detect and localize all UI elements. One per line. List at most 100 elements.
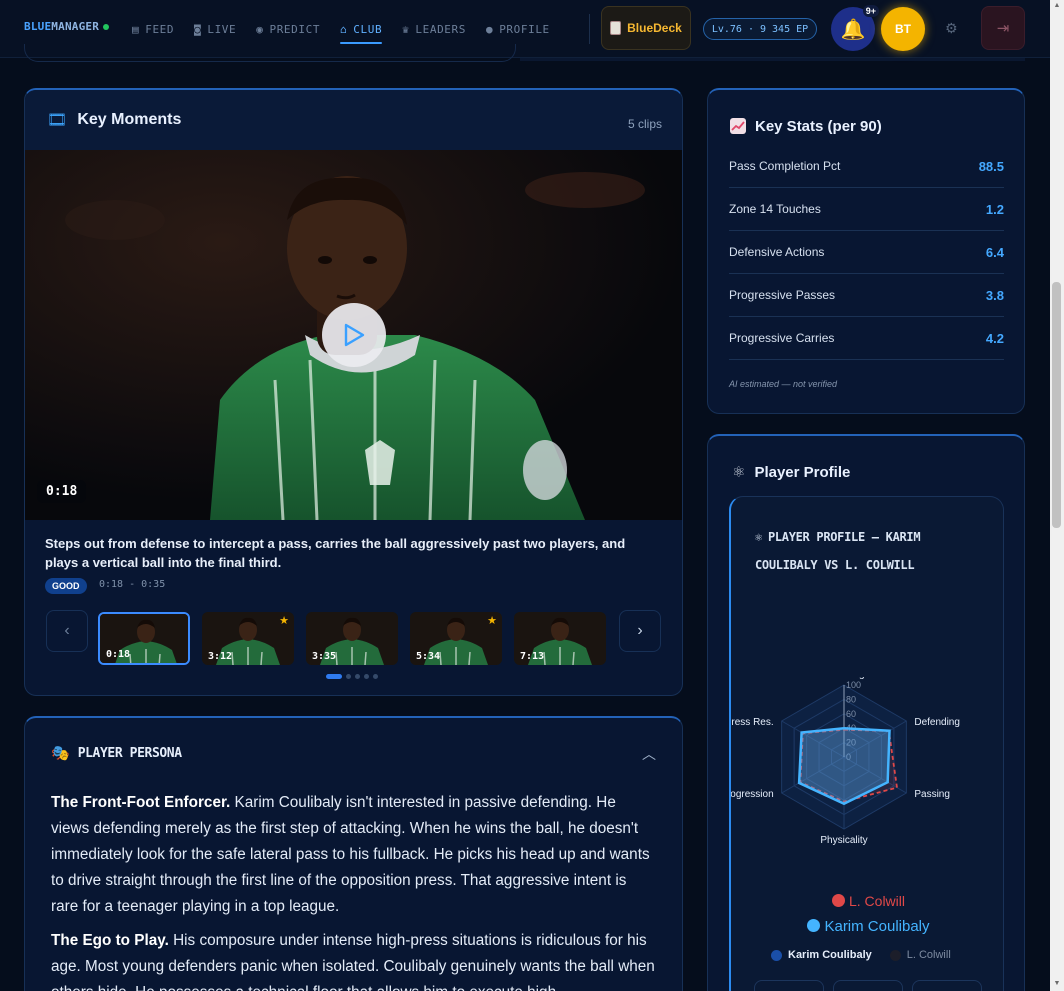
scroll-down-arrow[interactable]: ▼ xyxy=(1052,980,1062,987)
radar-axis-label: Attacking xyxy=(823,677,864,680)
comparison-card: ⚛ PLAYER PROFILE — KARIM COULIBALY VS L. … xyxy=(729,496,1004,991)
notifications-button[interactable]: 🔔 9+ xyxy=(831,5,879,51)
bluedeck-label: BlueDeck xyxy=(627,21,682,35)
persona-text: The Front-Foot Enforcer. Karim Coulibaly… xyxy=(51,790,657,991)
play-icon xyxy=(344,323,365,347)
pagination-dot[interactable] xyxy=(326,674,342,679)
pagination-dot[interactable] xyxy=(364,674,369,679)
stat-label: Progressive Passes xyxy=(729,288,836,302)
toggle-colwill[interactable]: L. Colwill xyxy=(889,949,951,961)
profile-option-button[interactable] xyxy=(912,980,982,991)
legend-coulibaly: Karim Coulibaly xyxy=(731,918,1006,935)
stat-value: 88.5 xyxy=(978,158,1004,174)
nav-label: LEADERS xyxy=(415,22,466,36)
radar-axis-label: Progression xyxy=(731,789,774,800)
atom-icon: ⚛ xyxy=(732,464,746,481)
persona-heading: The Ego to Play. xyxy=(51,932,169,949)
clip-time: 3:12 xyxy=(208,651,233,662)
radar-axis-label: Defending xyxy=(914,717,960,728)
app-logo[interactable]: BLUEMANAGER xyxy=(24,20,110,33)
stat-label: Zone 14 Touches xyxy=(729,202,821,216)
persona-header[interactable]: 🎭 PLAYER PERSONA ︿ xyxy=(25,718,682,788)
radar-axis-label: Passing xyxy=(914,789,950,800)
toggle-coulibaly[interactable]: Karim Coulibaly xyxy=(771,949,872,961)
scrollbar-thumb[interactable] xyxy=(1052,282,1061,528)
chevron-up-icon[interactable]: ︿ xyxy=(642,744,656,764)
notification-count-badge: 9+ xyxy=(862,5,879,17)
rating-tag: GOOD xyxy=(45,578,87,594)
moment-time-range: 0:18 - 0:35 xyxy=(99,579,166,590)
clip-thumbnail[interactable]: ★ 3:12 xyxy=(202,612,294,665)
series-toggle-legend: Karim Coulibaly L. Colwill xyxy=(771,949,951,961)
previous-panel-edge xyxy=(24,44,516,62)
video-player[interactable]: 0:18 xyxy=(25,150,682,520)
logout-button[interactable]: ⇥ xyxy=(981,6,1025,50)
radar-axis-label: Press Res. xyxy=(731,717,774,728)
bluedeck-button[interactable]: BlueDeck xyxy=(601,6,691,50)
pagination-dot[interactable] xyxy=(373,674,378,679)
bell-icon: 🔔 xyxy=(840,18,866,41)
gear-icon[interactable]: ⚙ xyxy=(945,20,958,37)
profile-option-button[interactable] xyxy=(754,980,824,991)
persona-body: Karim Coulibaly isn't interested in pass… xyxy=(51,794,650,915)
scroll-up-arrow[interactable]: ▲ xyxy=(1052,2,1062,9)
stat-label: Pass Completion Pct xyxy=(729,159,841,173)
key-moments-header: 🎞 Key Moments 5 clips xyxy=(25,90,682,150)
clip-count: 5 clips xyxy=(627,117,662,131)
stat-value: 3.8 xyxy=(985,287,1004,303)
clip-thumbnail[interactable]: 0:18 xyxy=(98,612,190,665)
nav-label: PROFILE xyxy=(499,22,550,36)
online-status-dot xyxy=(103,24,110,30)
carousel-pagination xyxy=(326,674,378,679)
stat-row: Pass Completion Pct 88.5 xyxy=(729,145,1004,188)
stat-row: Progressive Carries 4.2 xyxy=(729,317,1004,360)
nav-club-icon: ⌂ xyxy=(340,22,348,36)
stat-label: Progressive Carries xyxy=(729,331,835,345)
card-deck-icon xyxy=(610,21,622,35)
nav-live-icon: ◙ xyxy=(194,22,202,36)
radar-tick-label: 100 xyxy=(846,680,861,690)
stat-row: Progressive Passes 3.8 xyxy=(729,274,1004,317)
star-icon: ★ xyxy=(279,615,289,627)
clip-thumbnail[interactable]: 3:35 xyxy=(306,612,398,665)
clip-thumbnail[interactable]: 7:13 xyxy=(514,612,606,665)
stat-label: Defensive Actions xyxy=(729,245,825,259)
stat-row: Defensive Actions 6.4 xyxy=(729,231,1004,274)
key-stats-title: Key Stats (per 90) xyxy=(755,117,882,135)
pagination-dot[interactable] xyxy=(355,674,360,679)
ai-estimate-note: AI estimated — not verified xyxy=(729,379,838,389)
nav-feed-icon: ▤ xyxy=(132,22,140,36)
nav-leaders-icon: ♛ xyxy=(402,22,410,36)
persona-title: PLAYER PERSONA xyxy=(77,745,182,761)
radar-axis-label: Physicality xyxy=(820,835,867,846)
nav-label: LIVE xyxy=(207,22,237,36)
carousel-prev-button[interactable]: ‹ xyxy=(46,610,88,652)
trend-chart-icon xyxy=(730,118,746,134)
play-button[interactable] xyxy=(322,303,386,367)
stat-value: 6.4 xyxy=(985,244,1004,260)
video-timestamp: 0:18 xyxy=(37,480,87,503)
clip-time: 5:34 xyxy=(416,651,441,662)
profile-option-button[interactable] xyxy=(833,980,903,991)
stat-value: 1.2 xyxy=(985,201,1004,217)
key-moments-title: Key Moments xyxy=(77,111,182,128)
clip-thumbnail[interactable]: ★ 5:34 xyxy=(410,612,502,665)
user-avatar[interactable]: BT xyxy=(881,7,925,51)
stat-row: Zone 14 Touches 1.2 xyxy=(729,188,1004,231)
nav-label: FEED xyxy=(145,22,175,36)
persona-paragraph: The Ego to Play. His composure under int… xyxy=(51,928,657,991)
nav-predict-icon: ◉ xyxy=(256,22,264,36)
clip-time: 3:35 xyxy=(312,651,337,662)
player-profile-panel: ⚛ Player Profile ⚛ PLAYER PROFILE — KARIM… xyxy=(707,434,1025,991)
previous-panel-edge-right xyxy=(520,58,1025,61)
legend-colwill: L. Colwill xyxy=(731,893,1006,909)
pagination-dot[interactable] xyxy=(346,674,351,679)
nav-divider xyxy=(589,14,590,44)
key-stats-panel: Key Stats (per 90) Pass Completion Pct 88… xyxy=(707,88,1025,414)
nav-label: CLUB xyxy=(353,22,383,36)
persona-paragraph: The Front-Foot Enforcer. Karim Coulibaly… xyxy=(51,790,657,920)
atom-icon: ⚛ xyxy=(755,530,762,544)
theater-masks-icon: 🎭 xyxy=(51,745,70,762)
clip-time: 0:18 xyxy=(106,649,131,660)
carousel-next-button[interactable]: › xyxy=(619,610,661,652)
